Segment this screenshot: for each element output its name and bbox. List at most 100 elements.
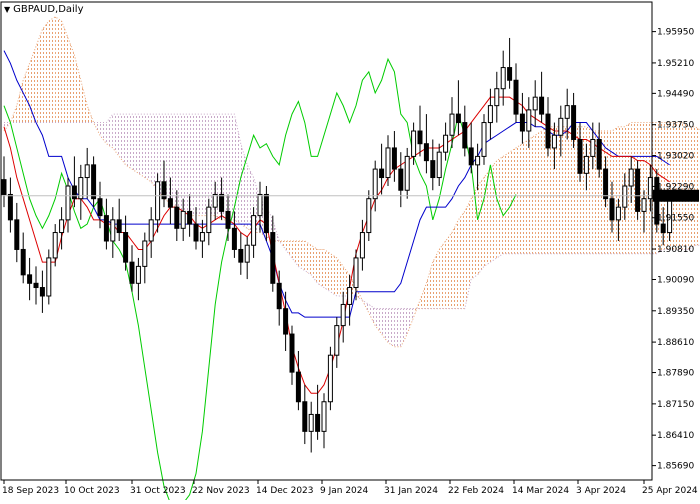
candle-body bbox=[84, 164, 90, 179]
candle-body bbox=[455, 113, 461, 124]
cloud-segment bbox=[612, 126, 619, 254]
candle-body bbox=[366, 198, 372, 234]
candle-body bbox=[71, 185, 77, 200]
x-axis: 18 Sep 2023 10 Oct 2023 31 Oct 2023 22 Nov … bbox=[2, 480, 698, 496]
candle-body bbox=[251, 215, 257, 246]
candle-body bbox=[155, 181, 161, 221]
cloud-segment bbox=[74, 54, 81, 123]
y-tick-label: 1.87890 bbox=[657, 369, 694, 379]
cloud-segment bbox=[138, 114, 145, 178]
cloud-segment bbox=[68, 37, 75, 123]
candle-body bbox=[577, 138, 583, 174]
candle-body bbox=[564, 105, 570, 119]
candle-body bbox=[321, 401, 327, 432]
cloud-segment bbox=[426, 262, 433, 309]
candle-body bbox=[519, 113, 525, 132]
candle-body bbox=[167, 198, 173, 208]
x-tick-label: 3 Apr 2024 bbox=[576, 486, 626, 496]
x-tick-label: 22 Feb 2024 bbox=[448, 486, 504, 496]
candle-body bbox=[558, 117, 564, 136]
candle-body bbox=[340, 303, 346, 327]
candle-body bbox=[327, 354, 333, 403]
cloud-segment bbox=[439, 241, 446, 309]
candle-body bbox=[660, 223, 666, 234]
y-tick-label: 1.89350 bbox=[657, 307, 694, 317]
cloud-segment bbox=[132, 114, 139, 174]
cloud-segment bbox=[452, 219, 459, 309]
candle-body bbox=[539, 96, 545, 115]
cloud-segment bbox=[119, 114, 126, 165]
candle-body bbox=[238, 248, 244, 263]
cloud-segment bbox=[516, 143, 523, 254]
candle-body bbox=[315, 413, 321, 432]
candle-body bbox=[7, 193, 13, 221]
cloud-segment bbox=[36, 29, 43, 123]
cloud-segment bbox=[381, 308, 388, 343]
cloud-segment bbox=[695, 126, 700, 246]
cloud-segment bbox=[112, 114, 120, 157]
candle-body bbox=[123, 232, 129, 263]
candle-body bbox=[263, 193, 269, 234]
y-tick-label: 1.90810 bbox=[657, 245, 694, 255]
y-tick-label: 1.93750 bbox=[657, 121, 694, 131]
cloud-segment bbox=[170, 114, 177, 208]
cloud-segment bbox=[202, 114, 209, 216]
x-tick-label: 31 Jan 2024 bbox=[384, 486, 438, 496]
candle-body bbox=[295, 371, 301, 403]
x-tick-label: 14 Dec 2023 bbox=[256, 486, 314, 496]
x-tick-label: 9 Jan 2024 bbox=[320, 486, 368, 496]
cloud-segment bbox=[528, 135, 536, 254]
candle-body bbox=[283, 308, 289, 335]
candle-body bbox=[347, 287, 353, 305]
cloud-segment bbox=[445, 232, 452, 309]
symbol-label: GBPAUD,Daily bbox=[13, 4, 84, 15]
cloud-segment bbox=[298, 241, 305, 271]
candle-body bbox=[430, 160, 436, 179]
candle-body bbox=[404, 155, 410, 191]
cloud-segment bbox=[42, 21, 49, 123]
current-price-label-text: 1.92070 bbox=[657, 192, 694, 202]
x-tick-label: 10 Oct 2023 bbox=[64, 486, 120, 496]
candle-body bbox=[475, 155, 481, 166]
candle-body bbox=[231, 227, 237, 250]
candle-body bbox=[219, 193, 225, 212]
candle-body bbox=[596, 138, 602, 170]
cloud-segment bbox=[535, 131, 542, 254]
cloud-segment bbox=[567, 126, 574, 254]
chart-title: ▼ GBPAUD,Daily bbox=[4, 4, 84, 15]
cloud-segment bbox=[432, 249, 440, 309]
candle-body bbox=[206, 206, 212, 234]
cloud-segment bbox=[285, 241, 292, 258]
candle-body bbox=[628, 168, 634, 187]
x-tick-label: 22 Nov 2023 bbox=[192, 486, 250, 496]
candle-body bbox=[59, 219, 65, 234]
candle-body bbox=[609, 198, 615, 221]
candle-body bbox=[603, 168, 609, 200]
x-tick-label: 25 Apr 2024 bbox=[642, 486, 698, 496]
candle-body bbox=[91, 164, 97, 200]
y-tick-label: 1.93020 bbox=[657, 152, 694, 162]
cloud-segment bbox=[144, 114, 152, 182]
candle-body bbox=[244, 244, 250, 263]
candle-body bbox=[443, 134, 449, 153]
candle-body bbox=[97, 198, 103, 217]
cloud-segment bbox=[61, 21, 68, 123]
cloud-segment bbox=[189, 114, 196, 216]
candle-body bbox=[199, 232, 205, 242]
candle-body bbox=[65, 185, 71, 221]
candle-body bbox=[635, 168, 641, 212]
candle-body bbox=[507, 67, 513, 81]
cloud-segment bbox=[183, 114, 190, 216]
candle-body bbox=[500, 67, 506, 90]
cloud-segment bbox=[330, 253, 337, 296]
cloud-segment bbox=[234, 114, 241, 225]
cloud-segment bbox=[503, 152, 510, 254]
candle-body bbox=[481, 122, 487, 157]
candle-body bbox=[257, 193, 263, 217]
candle-body bbox=[33, 282, 39, 289]
cloud-segment bbox=[125, 114, 132, 170]
chart-root: 1.95950 1.95210 1.94490 1.93750 1.93020 1.922… bbox=[0, 0, 700, 504]
candle-body bbox=[372, 168, 378, 200]
candle-body bbox=[551, 134, 557, 149]
candle-body bbox=[545, 113, 551, 149]
